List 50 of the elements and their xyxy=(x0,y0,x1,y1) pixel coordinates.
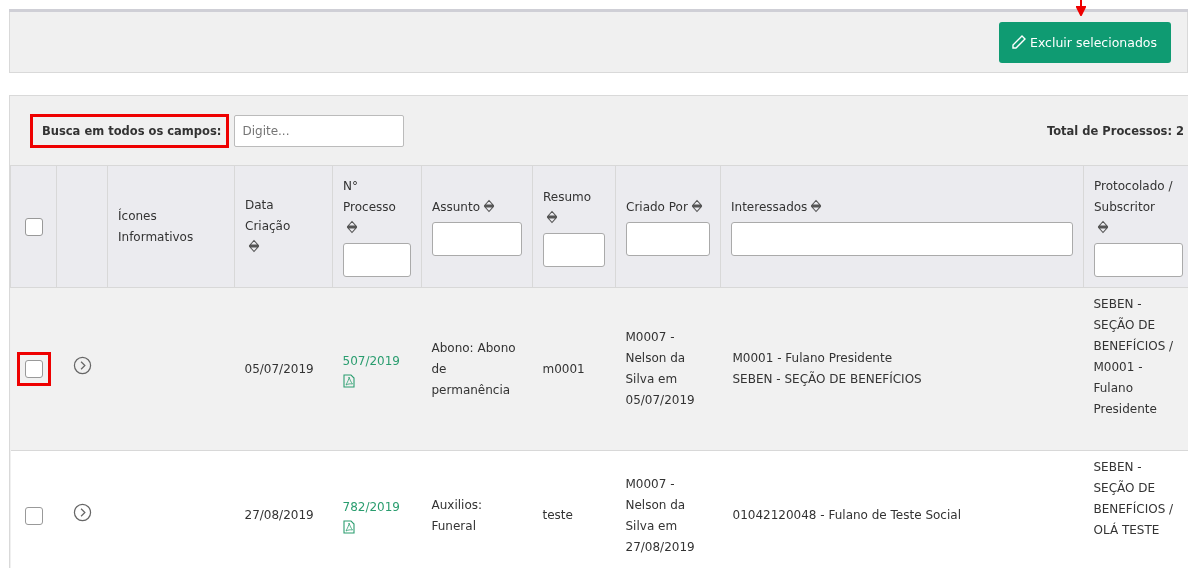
column-filter-field[interactable] xyxy=(343,243,411,277)
table-cell: teste xyxy=(542,508,573,522)
column-label: Ícones Informativos xyxy=(118,207,195,246)
sort-icon[interactable] xyxy=(546,209,558,224)
column-filter-field[interactable] xyxy=(543,232,605,267)
column-label: Interessados xyxy=(731,199,808,216)
row-checkbox[interactable] xyxy=(24,506,43,525)
column-label: Criado Por xyxy=(626,199,688,216)
column-label: Resumo xyxy=(543,188,592,206)
column-filter-field[interactable] xyxy=(1094,243,1183,277)
table-cell-text: SEBEN - SEÇÃO DE BENEFÍCIOS xyxy=(732,370,923,388)
process-link[interactable]: 782/2019 xyxy=(342,497,412,518)
table-cell: M0007 - Nelson da Silva em 27/08/2019 xyxy=(625,476,695,554)
delete-selected-button[interactable]: Excluir selecionados xyxy=(999,21,1171,63)
column-filter-field[interactable] xyxy=(731,222,1073,256)
table-cell-text: M0001 - Fulano Presidente xyxy=(732,350,893,367)
column-label: Data Criação xyxy=(245,197,292,235)
column-filter-field[interactable] xyxy=(432,222,522,256)
search-field[interactable]: Digite... xyxy=(234,114,405,147)
sort-icon[interactable] xyxy=(346,220,358,234)
row-checkbox[interactable] xyxy=(24,360,43,378)
sort-icon[interactable] xyxy=(690,199,703,213)
pencil-icon xyxy=(1011,34,1028,50)
sort-icon[interactable] xyxy=(483,199,495,213)
table-cell: M0007 - Nelson da Silva em 05/07/2019 xyxy=(625,330,695,407)
table-cell: 27/08/2019 xyxy=(244,508,314,522)
column-label: Protocolado / Subscritor xyxy=(1094,178,1174,216)
table-cell: Auxilios: Funeral xyxy=(431,497,483,533)
pdf-icon[interactable] xyxy=(342,520,355,534)
total-count: Total de Processos: 2 xyxy=(1046,123,1184,138)
process-link[interactable]: 507/2019 xyxy=(342,350,412,372)
sort-icon[interactable] xyxy=(810,199,823,213)
expand-icon[interactable] xyxy=(72,356,92,375)
sort-icon[interactable] xyxy=(248,239,260,253)
pdf-icon[interactable] xyxy=(342,373,355,388)
column-label: N° Processo xyxy=(343,178,397,216)
search-label: Busca em todos os campos: xyxy=(30,113,230,148)
table-row[interactable]: 27/08/2019 782/2019 Auxilios: Funeral teste M0007 - Nelson da Silva em 27/08/2019 01042120048 - Fulano de Teste Social SEBEN - SEÇÃO DE BENEFÍCIOS / OLÁ TESTE xyxy=(10,450,1188,568)
table-cell: SEBEN - SEÇÃO DE BENEFÍCIOS / OLÁ TESTE xyxy=(1093,460,1174,537)
table-row[interactable] xyxy=(10,287,1188,451)
expand-icon[interactable] xyxy=(72,502,92,522)
table-cell-text: 01042120048 - Fulano de Teste Social xyxy=(732,507,962,524)
sort-icon[interactable] xyxy=(1097,220,1109,234)
table-cell: 05/07/2019 xyxy=(244,361,314,376)
column-label: Assunto xyxy=(432,199,480,216)
column-filter-field[interactable] xyxy=(626,222,710,256)
select-all-checkbox[interactable] xyxy=(24,217,43,236)
table-cell: Abono: Abono de permanência xyxy=(431,340,516,397)
table-cell: SEBEN - SEÇÃO DE BENEFÍCIOS / M0001 - Fulano Presidente xyxy=(1093,297,1174,416)
table-cell: m0001 xyxy=(542,361,585,376)
